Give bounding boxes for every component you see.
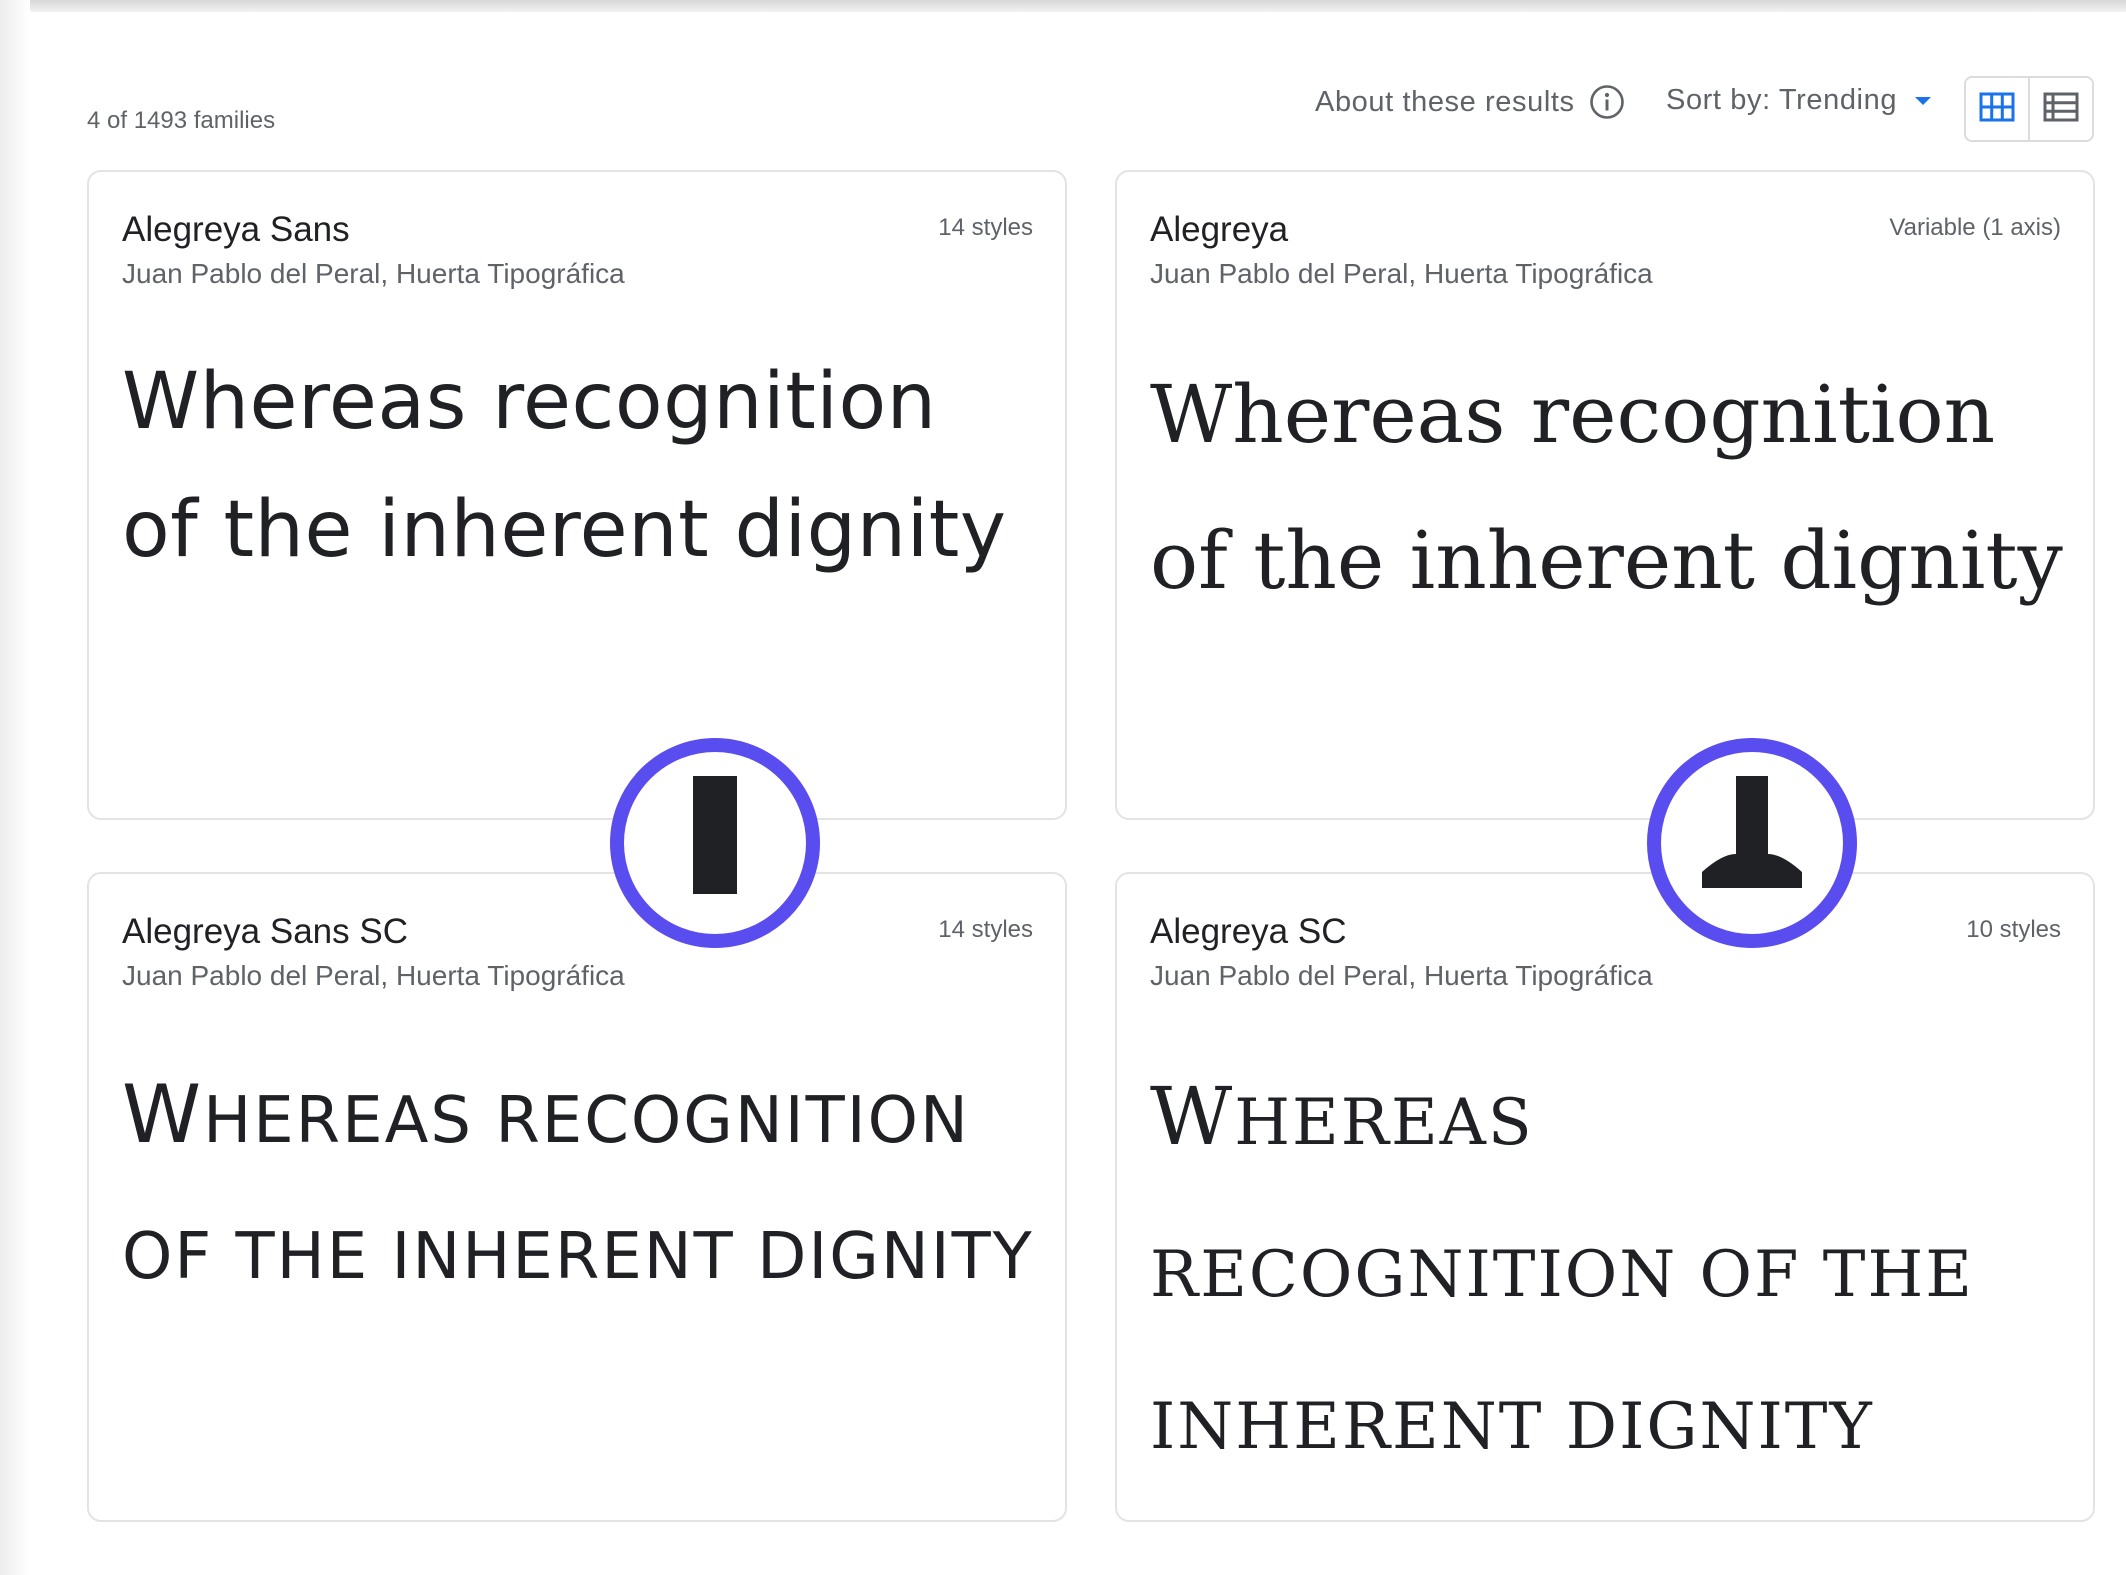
font-authors: Juan Pablo del Peral, Huerta Tipográfica [1150,960,1653,991]
t-stem-icon [1692,775,1812,911]
font-card-alegreya-sans-sc[interactable]: Alegreya Sans SC Juan Pablo del Peral, H… [87,872,1067,1522]
caret-down-icon [1913,95,1933,107]
font-card-alegreya[interactable]: Alegreya Juan Pablo del Peral, Huerta Ti… [1115,170,2095,820]
font-sample-text: WHEREAS RECOGNITION OF THE INHERENT DIGN… [122,1068,1034,1294]
font-sample-text: Whereas recognition of the inherent dign… [1150,368,2063,607]
font-family-name: Alegreya Sans [122,210,350,249]
grid-view-icon [1979,92,2015,127]
font-styles-count: Variable (1 axis) [1889,214,2061,241]
font-sample-text: Whereas recognition of the inherent dign… [122,357,1007,575]
font-styles-count: 14 styles [938,916,1033,943]
about-results-label: About these results [1315,85,1575,118]
list-view-button[interactable] [2028,78,2092,140]
grid-view-button[interactable] [1966,78,2028,140]
screenshot-frame-left [0,0,30,1575]
font-results-page: 4 of 1493 families About these results S… [30,12,2126,1575]
results-count: 4 of 1493 families [87,107,276,134]
zoom-highlight-right [1647,738,1857,948]
screenshot-frame-top [0,0,2126,12]
list-view-icon [2043,92,2079,127]
font-styles-count: 10 styles [1966,916,2061,943]
font-authors: Juan Pablo del Peral, Huerta Tipográfica [122,258,625,289]
view-toggle [1964,76,2094,142]
font-family-name: Alegreya SC [1150,912,1347,951]
font-family-name: Alegreya Sans SC [122,912,408,951]
font-sample-text: WHEREAS RECOGNITION OF THE INHERENT DIGN… [1150,1070,1974,1464]
font-styles-count: 14 styles [938,214,1033,241]
font-card-alegreya-sans[interactable]: Alegreya Sans Juan Pablo del Peral, Huer… [87,170,1067,820]
font-authors: Juan Pablo del Peral, Huerta Tipográfica [1150,258,1653,289]
font-authors: Juan Pablo del Peral, Huerta Tipográfica [122,960,625,991]
sort-dropdown[interactable]: Sort by: Trending [1666,84,1933,117]
info-icon[interactable] [1589,84,1625,120]
font-family-name: Alegreya [1150,210,1289,249]
vertical-stem-icon [685,775,745,911]
sort-label: Sort by: Trending [1666,84,1898,116]
zoom-highlight-left [610,738,820,948]
font-card-alegreya-sc[interactable]: Alegreya SC Juan Pablo del Peral, Huerta… [1115,872,2095,1522]
about-results-link[interactable]: About these results [1315,84,1625,120]
